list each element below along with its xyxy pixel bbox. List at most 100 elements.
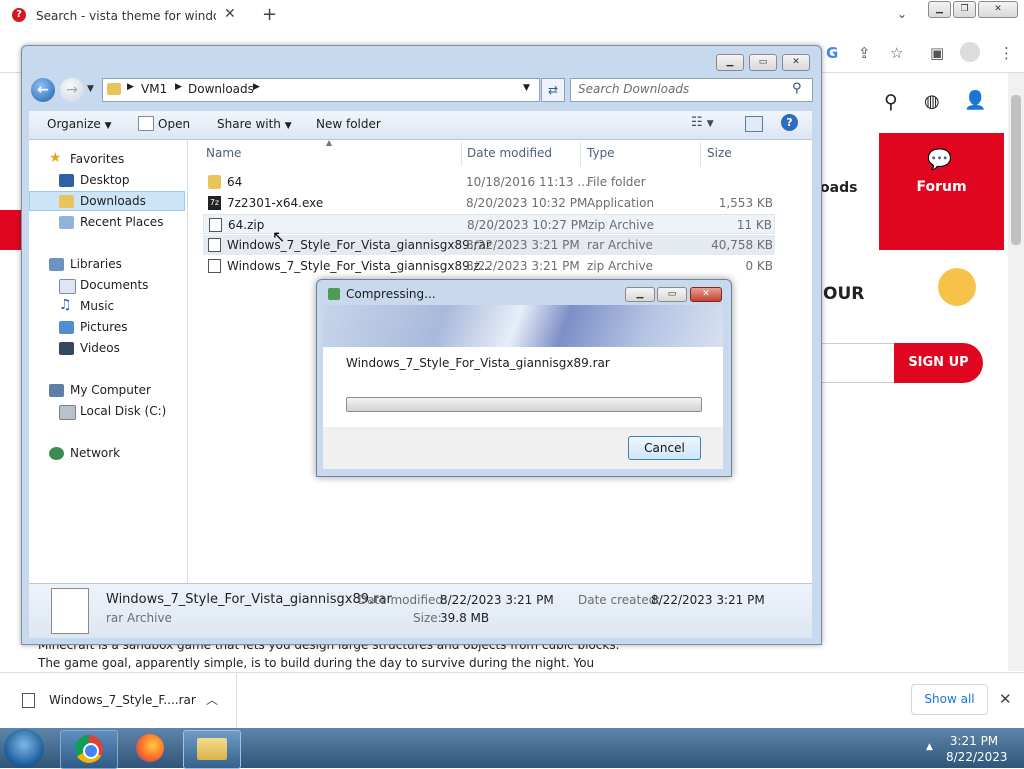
explorer-minimize-button[interactable]: ▁ [716, 54, 744, 71]
nav-local-disk[interactable]: Local Disk (C:) [80, 404, 166, 418]
explorer-maximize-button[interactable]: ▭ [749, 54, 777, 71]
breadcrumb-arrow-icon[interactable]: ▶ [253, 82, 260, 92]
language-globe-icon[interactable]: ◍ [924, 91, 940, 112]
nav-favorites[interactable]: Favorites [70, 152, 124, 166]
recent-pages-chevron-icon[interactable]: ▼ [87, 84, 94, 94]
organize-button[interactable]: Organize ▼ [47, 117, 112, 131]
bookmark-star-icon[interactable]: ☆ [890, 44, 903, 62]
nav-music[interactable]: Music [80, 299, 114, 313]
favorites-star-icon: ★ [49, 150, 62, 166]
tab-search-icon[interactable]: ⌄ [897, 7, 907, 21]
file-row[interactable]: 64.zip 8/20/2023 10:27 PM zip Archive 11… [203, 214, 775, 234]
back-arrow-icon[interactable]: ← [31, 78, 55, 102]
nav-downloads[interactable]: Downloads [80, 194, 146, 208]
nav-libraries[interactable]: Libraries [70, 257, 122, 271]
address-dropdown-icon[interactable]: ▼ [523, 83, 530, 93]
breadcrumb-arrow-icon[interactable]: ▶ [127, 82, 134, 92]
column-date-modified[interactable]: Date modified [467, 146, 552, 160]
browser-restore-button[interactable]: ❐ [953, 1, 976, 18]
taskbar-explorer[interactable] [183, 730, 241, 769]
side-panel-icon[interactable]: ▣ [930, 44, 944, 62]
new-tab-button[interactable]: + [262, 4, 277, 25]
show-hidden-icons-icon[interactable]: ▲ [926, 742, 933, 752]
help-icon[interactable]: ? [781, 114, 798, 131]
nav-documents[interactable]: Documents [80, 278, 148, 292]
newsletter-email-input[interactable] [818, 343, 895, 383]
nav-pictures[interactable]: Pictures [80, 320, 128, 334]
nav-videos[interactable]: Videos [80, 341, 120, 355]
site-nav-forum[interactable]: 💬 Forum [879, 133, 1004, 250]
search-downloads-field[interactable]: Search Downloads ⚲ [570, 78, 813, 102]
new-folder-button[interactable]: New folder [316, 117, 381, 131]
file-date: 8/20/2023 10:32 PM [466, 196, 588, 210]
show-all-button[interactable]: Show all [911, 684, 988, 715]
open-button[interactable]: Open [158, 117, 190, 131]
file-size: 0 KB [745, 259, 773, 273]
column-divider [461, 142, 462, 166]
close-shelf-icon[interactable]: ✕ [999, 690, 1012, 708]
details-date-modified: 8/22/2023 3:21 PM [440, 593, 554, 607]
site-search-icon[interactable]: ⚲ [884, 91, 898, 113]
column-divider [700, 142, 701, 166]
share-with-button[interactable]: Share with ▼ [217, 117, 292, 131]
open-window-icon [138, 116, 154, 131]
forum-label: Forum [916, 179, 967, 195]
file-row[interactable]: 7z 7z2301-x64.exe 8/20/2023 10:32 PM App… [203, 193, 775, 213]
share-icon[interactable]: ⇪ [858, 44, 871, 62]
archive-file-icon [22, 693, 35, 708]
file-row-selected[interactable]: Windows_7_Style_For_Vista_giannisgx89.ra… [203, 235, 775, 255]
chevron-up-icon[interactable]: ︿ [206, 691, 218, 708]
firefox-icon [136, 734, 164, 762]
article-line-2: The game goal, apparently simple, is to … [38, 656, 595, 670]
network-icon [49, 447, 64, 460]
taskbar-chrome[interactable] [60, 730, 118, 769]
dialog-close-button[interactable]: ✕ [690, 287, 722, 302]
taskbar-firefox[interactable] [122, 730, 178, 767]
file-size: 40,758 KB [711, 238, 773, 252]
site-nav-downloads[interactable]: oads [820, 180, 857, 196]
view-options-icon[interactable]: ☷ ▼ [691, 115, 714, 130]
browser-menu-icon[interactable]: ⋮ [999, 44, 1014, 62]
explorer-close-button[interactable]: ✕ [782, 54, 810, 71]
address-bar[interactable]: ▶ VM1 ▶ Downloads ▶ ▼ [102, 78, 540, 102]
column-name[interactable]: Name [206, 146, 241, 160]
newsletter-heading: OUR [823, 284, 865, 304]
preview-pane-icon[interactable] [745, 116, 763, 132]
nav-recent-places[interactable]: Recent Places [80, 215, 163, 229]
chevron-down-icon: ▼ [284, 121, 292, 131]
column-type[interactable]: Type [587, 146, 615, 160]
nav-network[interactable]: Network [70, 446, 120, 460]
refresh-icon[interactable]: ⇄ [541, 78, 565, 102]
file-row[interactable]: Windows_7_Style_For_Vista_giannisgx89.z.… [203, 256, 775, 276]
page-scrollbar-thumb[interactable] [1011, 95, 1021, 245]
downloads-folder-icon [59, 195, 74, 208]
user-account-icon[interactable]: 👤 [964, 90, 986, 111]
file-date: 10/18/2016 11:13 ... [466, 175, 589, 189]
file-name: Windows_7_Style_For_Vista_giannisgx89.ra… [227, 238, 491, 252]
signup-button[interactable]: SIGN UP [894, 343, 983, 383]
dialog-maximize-button[interactable]: ▭ [657, 287, 687, 302]
file-row[interactable]: 64 10/18/2016 11:13 ... File folder [203, 172, 775, 192]
google-lens-icon[interactable]: G [826, 44, 838, 62]
browser-minimize-button[interactable]: ▁ [928, 1, 951, 18]
music-note-icon: ♫ [59, 297, 72, 313]
cancel-button[interactable]: Cancel [628, 436, 701, 460]
nav-my-computer[interactable]: My Computer [70, 383, 151, 397]
download-shelf: Windows_7_Style_F....rar ︿ [0, 672, 1024, 729]
column-size[interactable]: Size [707, 146, 732, 160]
breadcrumb-arrow-icon[interactable]: ▶ [175, 82, 182, 92]
file-date: 8/20/2023 10:27 PM [467, 218, 589, 232]
tab-close-icon[interactable]: ✕ [224, 6, 236, 22]
taskbar-clock[interactable]: 3:21 PM 8/22/2023 [946, 733, 1008, 765]
dialog-minimize-button[interactable]: ▁ [625, 287, 655, 302]
profile-avatar-icon[interactable] [960, 42, 980, 62]
breadcrumb-downloads[interactable]: Downloads [188, 82, 254, 96]
forward-arrow-icon[interactable]: → [60, 78, 84, 102]
search-icon[interactable]: ⚲ [792, 81, 802, 96]
file-name: Windows_7_Style_For_Vista_giannisgx89.z.… [227, 259, 492, 273]
breadcrumb-vm1[interactable]: VM1 [141, 82, 167, 96]
download-item[interactable]: Windows_7_Style_F....rar ︿ [0, 673, 237, 729]
nav-desktop[interactable]: Desktop [80, 173, 130, 187]
browser-close-button[interactable]: ✕ [978, 1, 1018, 18]
start-button[interactable] [4, 729, 44, 768]
